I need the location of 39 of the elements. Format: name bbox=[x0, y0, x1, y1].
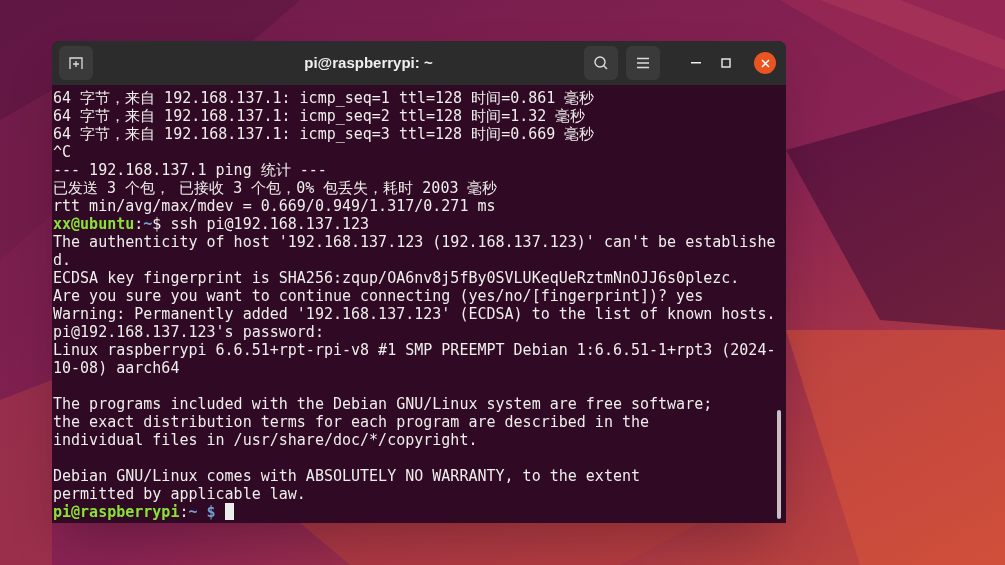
prompt-text: : bbox=[179, 503, 189, 521]
terminal-line: Are you sure you want to continue connecting (yes/no/[fingerprint])? yes bbox=[53, 287, 704, 305]
prompt-path: ~ $ bbox=[188, 503, 216, 521]
terminal-line: The authenticity of host '192.168.137.123 (192.168.137.123)' can't be establishe bbox=[53, 233, 776, 251]
terminal-line: ECDSA key fingerprint is SHA256:zqup/OA6nv8j5fBy0SVLUKeqUeRztmNnOJJ6s0plezc. bbox=[53, 269, 740, 287]
scrollbar-thumb[interactable] bbox=[777, 410, 781, 519]
close-button[interactable] bbox=[754, 52, 776, 74]
terminal-line: Warning: Permanently added '192.168.137.123' (ECDSA) to the list of known hosts. bbox=[53, 305, 776, 323]
menu-button[interactable] bbox=[626, 46, 660, 80]
terminal-line: Linux raspberrypi 6.6.51+rpt-rpi-v8 #1 SMP PREEMPT Debian 1:6.6.51-1+rpt3 (2024- bbox=[53, 341, 776, 359]
new-tab-icon bbox=[68, 55, 84, 71]
terminal-line: 64 字节，来自 192.168.137.1: icmp_seq=3 ttl=128 时间=0.669 毫秒 bbox=[53, 125, 595, 143]
new-tab-button[interactable] bbox=[59, 46, 93, 80]
terminal-line: 已发送 3 个包， 已接收 3 个包，0% 包丢失，耗时 2003 毫秒 bbox=[53, 179, 498, 197]
close-icon bbox=[760, 58, 770, 68]
window-title: pi@raspberrypi: ~ bbox=[303, 52, 434, 73]
minimize-icon bbox=[691, 62, 701, 64]
terminal-line: 10-08) aarch64 bbox=[53, 359, 180, 377]
maximize-icon bbox=[721, 58, 731, 68]
terminal-line: the exact distribution terms for each program are described in the bbox=[53, 413, 650, 431]
prompt-text: : bbox=[134, 215, 144, 233]
prompt-user: pi@raspberrypi bbox=[53, 503, 180, 521]
terminal-line: d. bbox=[53, 251, 72, 269]
search-button[interactable] bbox=[584, 46, 618, 80]
terminal-line: ^C bbox=[53, 143, 72, 161]
terminal-line: rtt min/avg/max/mdev = 0.669/0.949/1.317/0.271 ms bbox=[53, 197, 496, 215]
terminal-line: 64 字节，来自 192.168.137.1: icmp_seq=2 ttl=128 时间=1.32 毫秒 bbox=[53, 107, 586, 125]
terminal-line: Debian GNU/Linux comes with ABSOLUTELY NO WARRANTY, to the extent bbox=[53, 467, 640, 485]
terminal-line: pi@192.168.137.123's password: bbox=[53, 323, 324, 341]
prompt-text: $ ssh pi@192.168.137.123 bbox=[152, 215, 370, 233]
terminal-line: 64 字节，来自 192.168.137.1: icmp_seq=1 ttl=128 时间=0.861 毫秒 bbox=[53, 89, 595, 107]
terminal-line: permitted by applicable law. bbox=[53, 485, 306, 503]
terminal-line: --- 192.168.137.1 ping 统计 --- bbox=[53, 161, 327, 179]
prompt-user: xx@ubuntu bbox=[53, 215, 135, 233]
terminal-line: individual files in /usr/share/doc/*/copyright. bbox=[53, 431, 478, 449]
prompt-path: ~ bbox=[143, 215, 153, 233]
search-icon bbox=[593, 55, 609, 71]
menu-icon bbox=[636, 57, 650, 69]
terminal-line: The programs included with the Debian GNU/Linux system are free software; bbox=[53, 395, 713, 413]
